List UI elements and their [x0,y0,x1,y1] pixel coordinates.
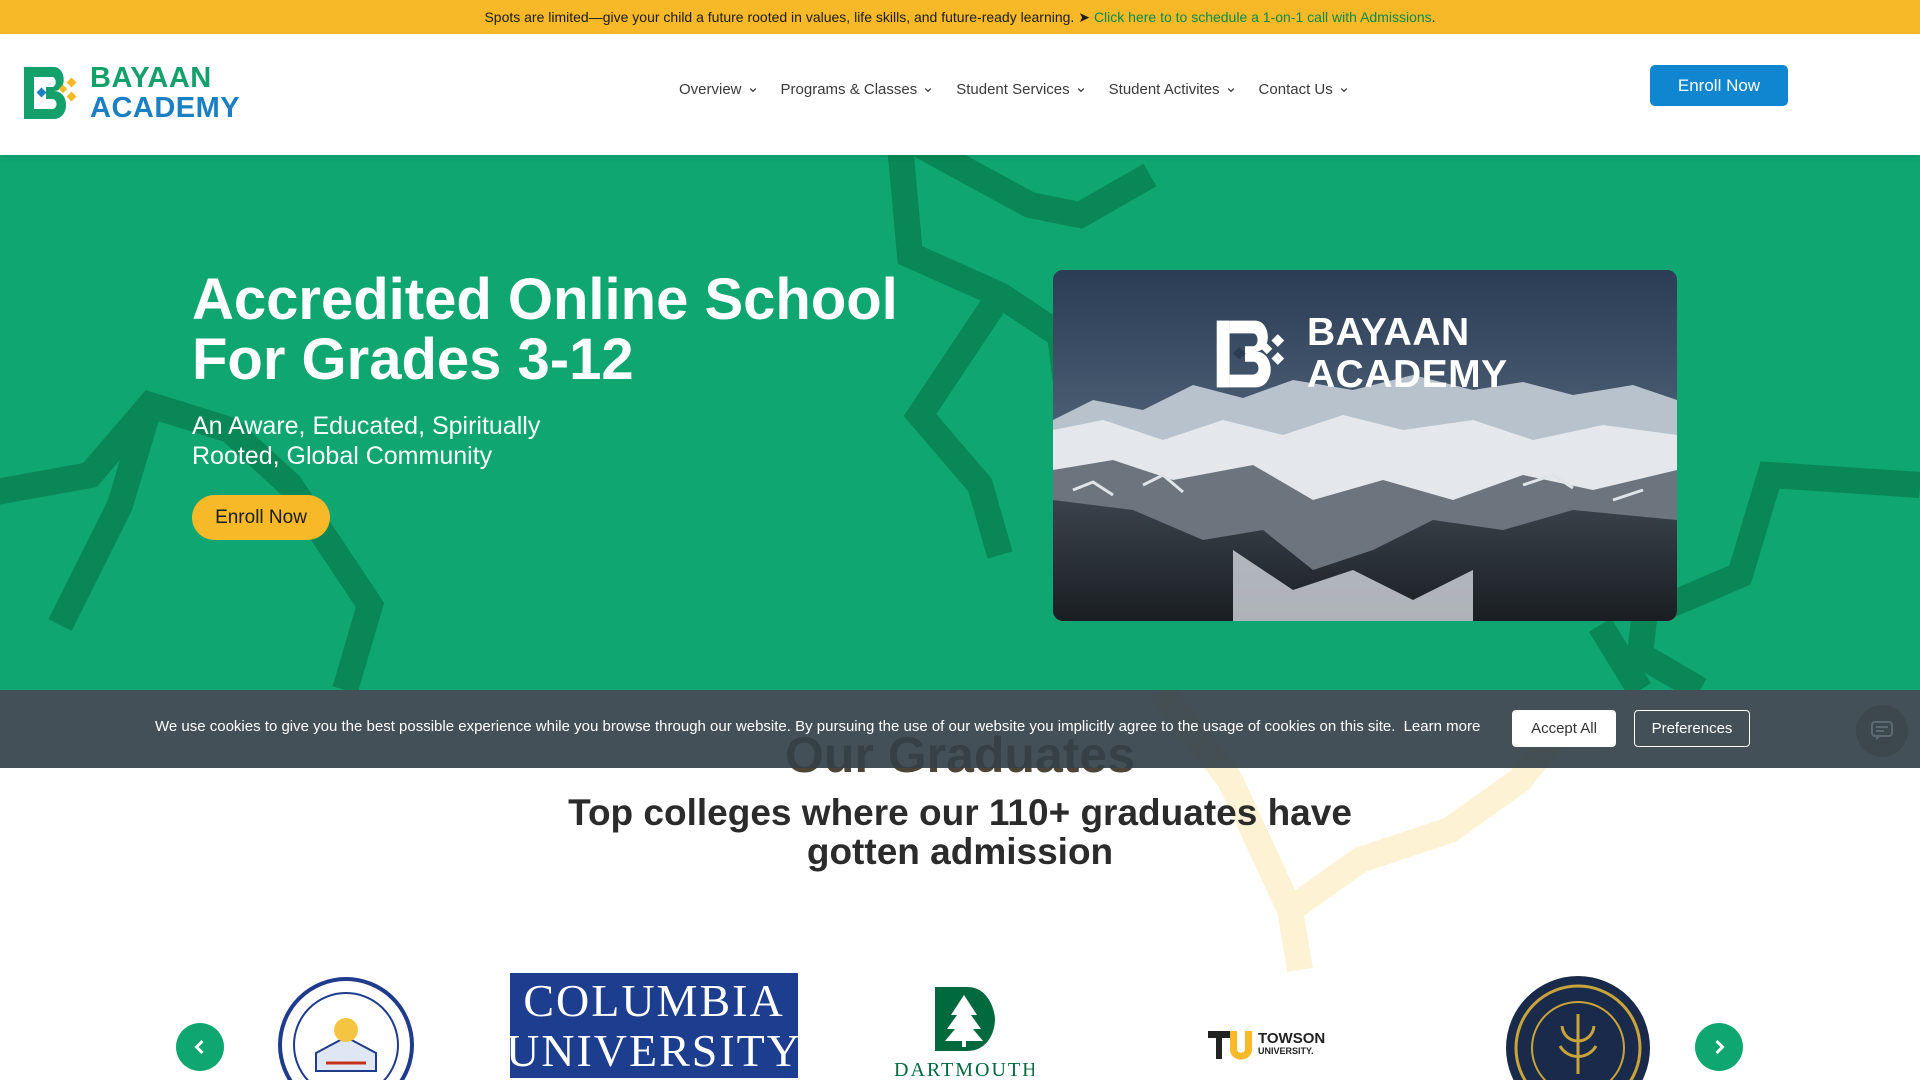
chat-widget-button[interactable] [1856,705,1908,757]
logo-towson-university: TOWSON UNIVERSITY. [1208,1028,1333,1062]
hero-subtitle: An Aware, Educated, Spiritually Rooted, … [192,412,541,470]
dow-seal-icon [278,977,414,1080]
nav-item-student-activities[interactable]: Student Activites [1109,81,1235,98]
site-header: BAYAAN ACADEMY Overview Programs & Class… [0,34,1920,155]
dartmouth-tree-icon [935,987,995,1051]
towson-line1: TOWSON [1258,1030,1326,1047]
announcement-bar: Spots are limited—give your child a futu… [0,0,1920,34]
logo-line1: BAYAAN [90,62,212,94]
carousel-next-button[interactable] [1695,1023,1743,1071]
schedule-call-link[interactable]: Click here to to schedule a 1-on-1 call … [1094,9,1432,25]
columbia-line2: UNIVERSITY [506,1024,802,1076]
columbia-line1: COLUMBIA [523,974,785,1026]
nav-item-overview[interactable]: Overview [679,81,757,98]
hero-section: Accredited Online School For Grades 3-12… [0,155,1920,690]
chevron-down-icon [1340,87,1348,92]
announcement-period: . [1431,9,1436,25]
nav-item-student-services[interactable]: Student Services [956,81,1084,98]
logo-mark-icon [24,65,82,121]
chevron-down-icon [1227,87,1234,92]
logo-mark-icon [1216,320,1285,388]
video-logo: BAYAAN ACADEMY [1215,312,1508,396]
towson-tu-icon [1208,1031,1252,1060]
logo-dow-university [272,975,420,1080]
hero-video[interactable]: BAYAAN ACADEMY [1053,270,1677,621]
hero-enroll-button[interactable]: Enroll Now [192,495,330,540]
logo-columbia-university: COLUMBIA UNIVERSITY [506,973,800,1078]
istanbul-seal-icon [1506,976,1650,1080]
nav-item-programs[interactable]: Programs & Classes [781,81,933,98]
logo-dartmouth: DARTMOUTH [894,985,1034,1080]
cookie-learn-more-link[interactable]: Learn more [1404,718,1481,735]
main-nav: Overview Programs & Classes Student Serv… [679,81,1372,98]
chevron-left-icon [194,1039,204,1055]
dartmouth-label: DARTMOUTH [894,1059,1034,1080]
cookie-message: We use cookies to give you the best poss… [155,718,1396,735]
logo-line2: ACADEMY [90,92,241,124]
carousel-prev-button[interactable] [176,1023,224,1071]
chevron-down-icon [924,87,932,92]
chat-icon [1871,721,1893,740]
chevron-down-icon [1077,87,1084,92]
site-logo[interactable]: BAYAAN ACADEMY [24,63,240,123]
nav-item-contact[interactable]: Contact Us [1259,81,1348,98]
header-enroll-button[interactable]: Enroll Now [1650,65,1788,106]
announcement-text: Spots are limited—give your child a futu… [484,8,1090,25]
hero-title: Accredited Online School For Grades 3-12 [192,267,898,392]
cookie-banner: We use cookies to give you the best poss… [0,690,1920,768]
chevron-down-icon [749,87,756,92]
cookie-accept-button[interactable]: Accept All [1512,710,1616,747]
chevron-right-icon [1715,1039,1725,1055]
video-logo-line2: ACADEMY [1307,353,1508,396]
logo-istanbul-university [1504,974,1652,1080]
cookie-preferences-button[interactable]: Preferences [1634,710,1750,747]
graduates-title: Top colleges where our 110+ graduates ha… [568,792,1352,872]
video-logo-line1: BAYAAN [1307,311,1470,354]
